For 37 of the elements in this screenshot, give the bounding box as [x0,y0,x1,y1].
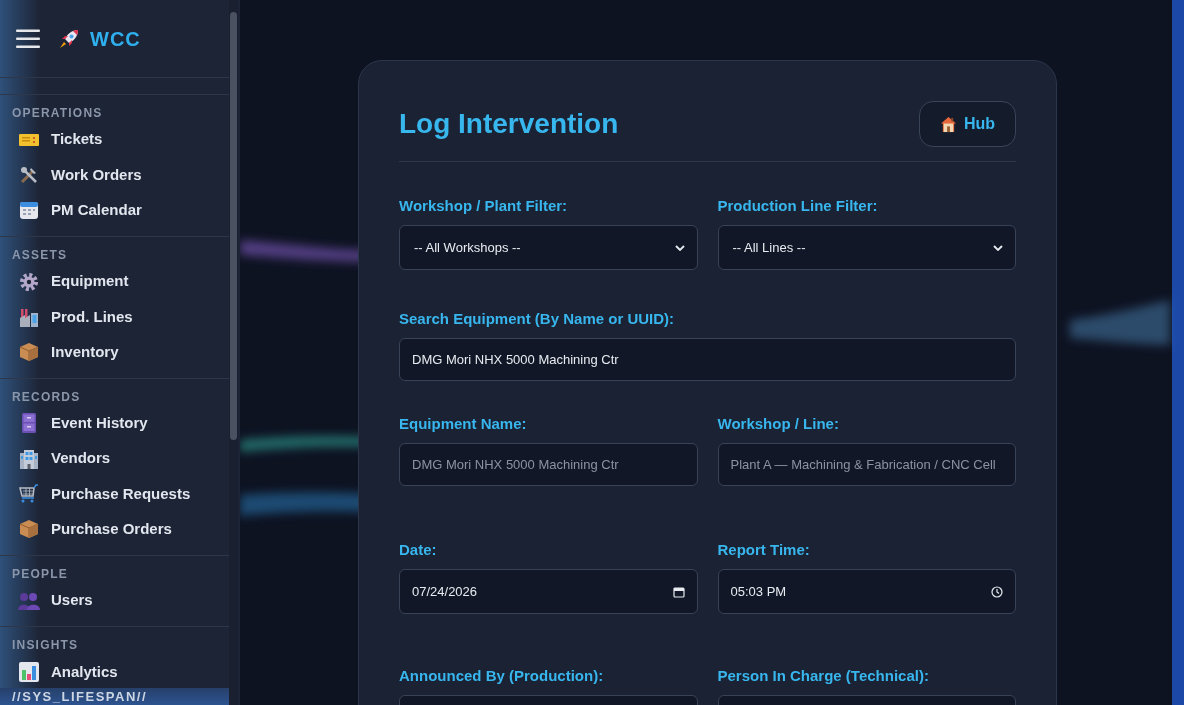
nav-item[interactable]: Users [0,582,229,619]
brand-name: WCC [90,26,141,52]
time-field[interactable]: 05:03 PM [717,569,1016,614]
footer-label: //SYS_LIFESPAN// [0,688,229,705]
nav-item[interactable]: Inventory [0,334,229,370]
nav-item[interactable]: Event History [0,405,229,442]
nav-item[interactable]: Prod. Lines [0,299,229,335]
dropdown[interactable]: -- All Workshops -- [399,225,698,270]
nav-item[interactable]: Work Orders [0,157,229,193]
dropdown[interactable]: -- All Lines -- [717,225,1016,270]
nav-item[interactable]: Analytics [0,654,229,690]
hub-button[interactable]: Hub [918,101,1016,147]
section-heading: RECORDS [11,388,82,406]
page-title: Log Intervention [399,107,619,141]
field-label: Search Equipment (By Name or UUID): [399,309,676,329]
field-label: Equipment Name: [399,414,528,434]
date-field[interactable]: 07/24/2026 [399,569,698,614]
input-field[interactable]: DMG Mori NHX 5000 Machining Ctr [399,338,1016,381]
nav-item[interactable]: Equipment [0,263,229,300]
nav-item[interactable]: Purchase Orders [0,511,229,547]
field-label: Workshop / Line: [717,414,840,434]
nav-item[interactable]: Purchase Requests [0,476,229,512]
section-heading: INSIGHTS [11,637,80,655]
section-heading: OPERATIONS [11,105,104,122]
input-field[interactable]: DMG Mori NHX 5000 Machining Ctr [399,443,698,486]
section-heading: ASSETS [11,246,69,264]
field-label: Person In Charge (Technical): [717,666,930,686]
nav-item[interactable]: Vendors [0,441,229,477]
field-label: Date: [399,540,438,560]
field-label: Workshop / Plant Filter: [399,196,569,216]
nav-item[interactable]: PM Calendar [0,192,229,228]
field-label: Announced By (Production): [399,666,605,686]
nav-item[interactable]: Tickets [0,122,229,158]
field-label: Report Time: [717,540,811,560]
input-field[interactable]: Plant A — Machining & Fabrication / CNC Cell [717,443,1016,486]
field-label: Production Line Filter: [717,196,879,216]
section-heading: PEOPLE [11,565,69,583]
